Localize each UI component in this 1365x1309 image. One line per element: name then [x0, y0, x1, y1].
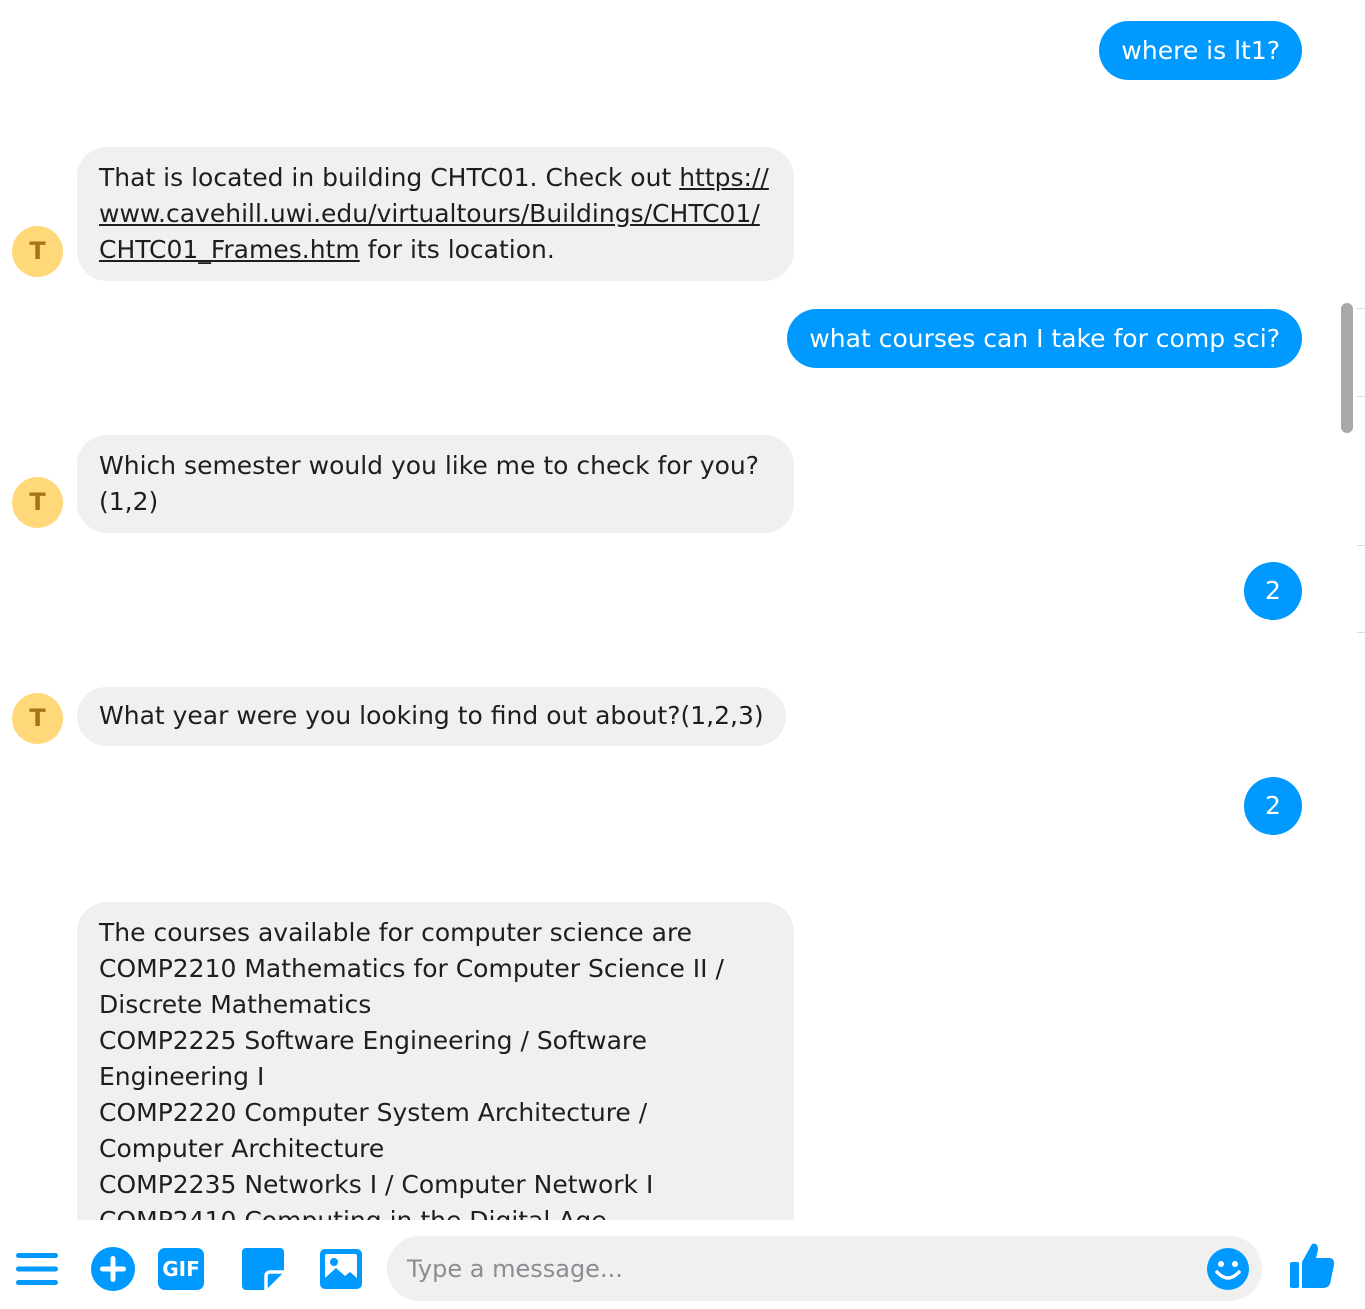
outgoing-message[interactable]: where is lt1?: [1099, 21, 1302, 80]
menu-icon[interactable]: [14, 1246, 60, 1292]
chat-thread: where is lt1? T That is located in build…: [0, 0, 1340, 1220]
course-item: COMP2220 Computer System Architecture / …: [99, 1098, 648, 1163]
divider: [1357, 308, 1365, 309]
message-input[interactable]: [387, 1236, 1262, 1301]
course-item: COMP2235 Networks I / Computer Network I: [99, 1170, 654, 1199]
image-icon[interactable]: [318, 1246, 364, 1292]
incoming-message[interactable]: The courses available for computer scien…: [77, 902, 794, 1220]
outgoing-message[interactable]: what courses can I take for comp sci?: [787, 309, 1302, 368]
scrollbar-thumb[interactable]: [1341, 303, 1353, 433]
emoji-icon[interactable]: [1205, 1246, 1251, 1292]
sticker-icon[interactable]: [240, 1246, 286, 1292]
message-text: The courses available for computer scien…: [99, 918, 693, 947]
bot-avatar[interactable]: T: [12, 477, 63, 528]
divider: [1357, 545, 1365, 546]
course-item: COMP2210 Mathematics for Computer Scienc…: [99, 954, 724, 1019]
outgoing-message[interactable]: 2: [1244, 777, 1302, 835]
gif-icon[interactable]: GIF: [158, 1248, 204, 1290]
message-text: for its location.: [359, 235, 555, 264]
outgoing-message[interactable]: 2: [1244, 562, 1302, 620]
course-item: COMP2410 Computing in the Digital Age: [99, 1203, 772, 1220]
incoming-message[interactable]: What year were you looking to find out a…: [77, 687, 786, 746]
like-icon[interactable]: [1288, 1240, 1336, 1290]
bot-avatar[interactable]: T: [12, 693, 63, 744]
divider: [1357, 396, 1365, 397]
scrollbar-track[interactable]: [1340, 0, 1365, 1220]
incoming-message[interactable]: That is located in building CHTC01. Chec…: [77, 147, 794, 281]
plus-icon[interactable]: [90, 1246, 136, 1292]
divider: [1357, 632, 1365, 633]
course-item: COMP2225 Software Engineering / Software…: [99, 1026, 648, 1091]
incoming-message[interactable]: Which semester would you like me to chec…: [77, 435, 794, 533]
message-text: That is located in building CHTC01. Chec…: [99, 163, 680, 192]
bot-avatar[interactable]: T: [12, 226, 63, 277]
